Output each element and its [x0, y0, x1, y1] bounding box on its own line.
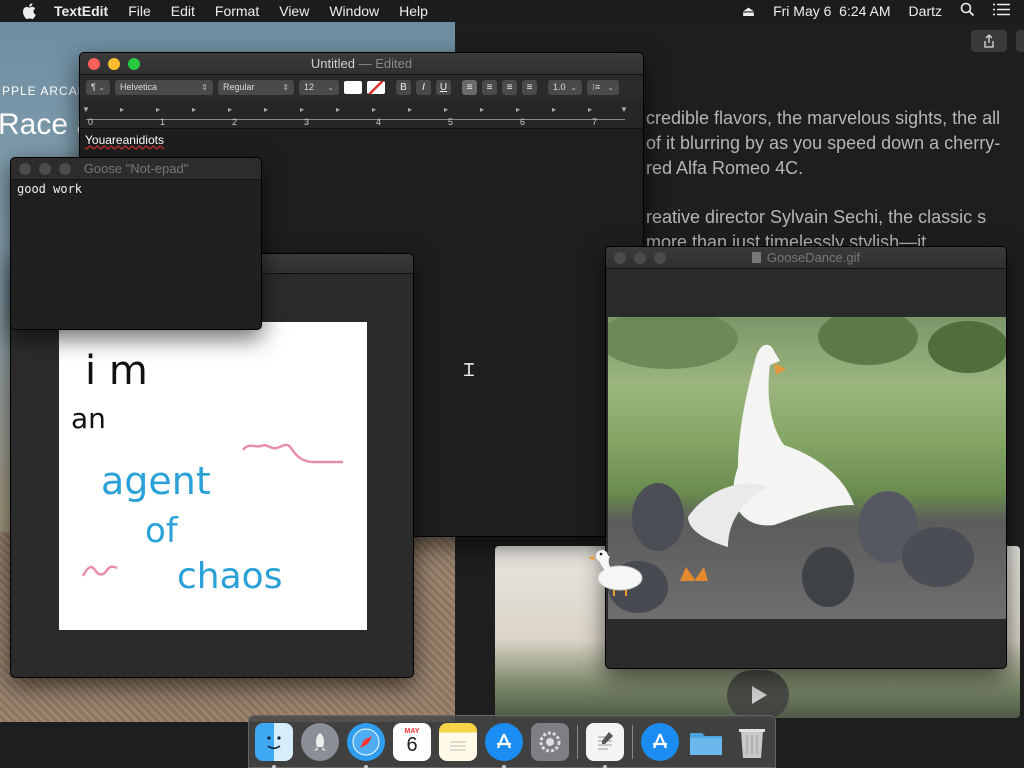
- ruler[interactable]: ▼ ▸ ▸ ▸ ▸ ▸ ▸ ▸ ▸ ▸ ▸ ▸ ▸ ▸ ▸ ▼ 0 1 2 3 4 5 6 7: [80, 99, 643, 129]
- zoom-button[interactable]: [654, 252, 666, 264]
- ruler-number: 1: [160, 117, 166, 127]
- dock-separator: [577, 724, 578, 759]
- menu-file[interactable]: File: [128, 3, 151, 19]
- font-family-popup[interactable]: Helvetica ⇕: [115, 79, 213, 95]
- gif-titlebar[interactable]: GooseDance.gif: [606, 247, 1006, 269]
- close-button[interactable]: [19, 163, 31, 175]
- drawing-text-line: agent: [101, 459, 211, 503]
- minimize-button[interactable]: [39, 163, 51, 175]
- left-margin-marker[interactable]: ▼: [82, 105, 90, 114]
- window-title: GooseDance.gif: [606, 250, 1006, 265]
- justify-button[interactable]: ≡: [522, 79, 537, 95]
- ruler-number: 3: [304, 117, 310, 127]
- drawing-text-line: chaos: [177, 556, 282, 597]
- drawing-text-line: an: [71, 402, 106, 435]
- right-margin-marker[interactable]: ▼: [620, 105, 628, 114]
- minimize-button[interactable]: [634, 252, 646, 264]
- ruler-number: 2: [232, 117, 238, 127]
- safari-icon[interactable]: [347, 722, 385, 768]
- align-left-button[interactable]: ≡: [462, 79, 477, 95]
- folder-icon[interactable]: [687, 723, 725, 761]
- minimize-button[interactable]: [108, 58, 120, 70]
- ruler-number: 6: [520, 117, 526, 127]
- calendar-day: 6: [406, 734, 418, 756]
- menu-format[interactable]: Format: [215, 3, 259, 19]
- pink-scribble: [81, 565, 118, 577]
- font-style-popup[interactable]: Regular ⇕: [218, 79, 294, 95]
- list-bullets-popup[interactable]: ⁝≡ ⌄: [587, 79, 619, 95]
- ruler-number: 4: [376, 117, 382, 127]
- eject-icon[interactable]: ⏏: [742, 3, 755, 20]
- menu-help[interactable]: Help: [399, 3, 428, 19]
- toolbar-button-partial[interactable]: [1016, 30, 1024, 52]
- document-text: Youareanidiots: [85, 133, 164, 147]
- bold-button[interactable]: B: [396, 79, 411, 95]
- finder-icon[interactable]: [255, 722, 293, 768]
- zoom-button[interactable]: [128, 58, 140, 70]
- desktop: PPLE ARCAD Race a credible flavors, the …: [0, 0, 1024, 768]
- text-color-well[interactable]: [344, 80, 362, 94]
- ruler-number: 5: [448, 117, 454, 127]
- goose-dance-image: [608, 317, 1006, 619]
- desktop-goose-sprite[interactable]: [586, 548, 644, 598]
- close-button[interactable]: [614, 252, 626, 264]
- dock-separator: [632, 724, 633, 759]
- align-right-button[interactable]: ≡: [502, 79, 517, 95]
- background-color-well[interactable]: [367, 80, 385, 94]
- arcade-overline: PPLE ARCAD: [2, 84, 88, 98]
- clock[interactable]: Fri May 6 6:24 AM: [773, 3, 890, 19]
- pink-scribble: [242, 443, 343, 464]
- notepad-text[interactable]: good work: [11, 180, 261, 198]
- menu-bar: TextEdit File Edit Format View Window He…: [0, 0, 1024, 22]
- share-button[interactable]: [971, 30, 1007, 52]
- paragraph-style-popup[interactable]: ¶ ⌄: [86, 79, 110, 95]
- format-toolbar: ¶ ⌄ Helvetica ⇕ Regular ⇕ 12 ⌄ B I U ≡ ≡ ≡ ≡…: [80, 75, 643, 99]
- font-size-combo[interactable]: 12 ⌄: [299, 79, 339, 95]
- ibeam-cursor-icon: Ɪ: [464, 360, 475, 380]
- notes-icon[interactable]: [439, 722, 477, 761]
- menu-app[interactable]: TextEdit: [54, 3, 108, 19]
- search-icon[interactable]: [960, 2, 975, 20]
- textedit-icon[interactable]: [586, 722, 624, 768]
- share-icon: [984, 34, 994, 48]
- user-menu[interactable]: Dartz: [909, 3, 942, 19]
- window-title: Untitled — Edited: [310, 56, 413, 71]
- play-icon: [752, 686, 767, 704]
- app-store-icon[interactable]: [641, 722, 679, 761]
- dock: MAY 6: [248, 715, 776, 768]
- trash-icon[interactable]: [733, 723, 771, 761]
- close-button[interactable]: [88, 58, 100, 70]
- launchpad-icon[interactable]: [301, 722, 339, 761]
- app-store-icon[interactable]: [485, 722, 523, 768]
- underline-button[interactable]: U: [436, 79, 451, 95]
- menu-view[interactable]: View: [279, 3, 309, 19]
- calendar-icon[interactable]: MAY 6: [393, 722, 431, 761]
- list-icon[interactable]: [993, 3, 1010, 19]
- ruler-number: 0: [88, 117, 94, 127]
- zoom-button[interactable]: [59, 163, 71, 175]
- menu-edit[interactable]: Edit: [171, 3, 195, 19]
- drawing-text-line: of: [145, 511, 179, 551]
- textedit-titlebar[interactable]: Untitled — Edited: [80, 53, 643, 75]
- drawing-text-line: i m: [85, 348, 148, 394]
- notepad-titlebar[interactable]: Goose "Not-epad": [11, 158, 261, 180]
- italic-button[interactable]: I: [416, 79, 431, 95]
- article-paragraph-1: credible flavors, the marvelous sights, …: [646, 108, 1001, 178]
- ruler-number: 7: [592, 117, 598, 127]
- goose-notepad-window[interactable]: Goose "Not-epad" good work: [10, 157, 262, 330]
- gif-viewer-window[interactable]: GooseDance.gif: [605, 246, 1007, 669]
- menu-window[interactable]: Window: [329, 3, 379, 19]
- apple-icon[interactable]: [20, 3, 38, 19]
- line-spacing-popup[interactable]: 1.0 ⌄: [548, 79, 582, 95]
- system-preferences-icon[interactable]: [531, 722, 569, 761]
- drawing-canvas: i m an agent of chaos: [59, 322, 367, 630]
- play-button[interactable]: [727, 670, 789, 720]
- document-icon: [751, 252, 761, 263]
- align-center-button[interactable]: ≡: [482, 79, 497, 95]
